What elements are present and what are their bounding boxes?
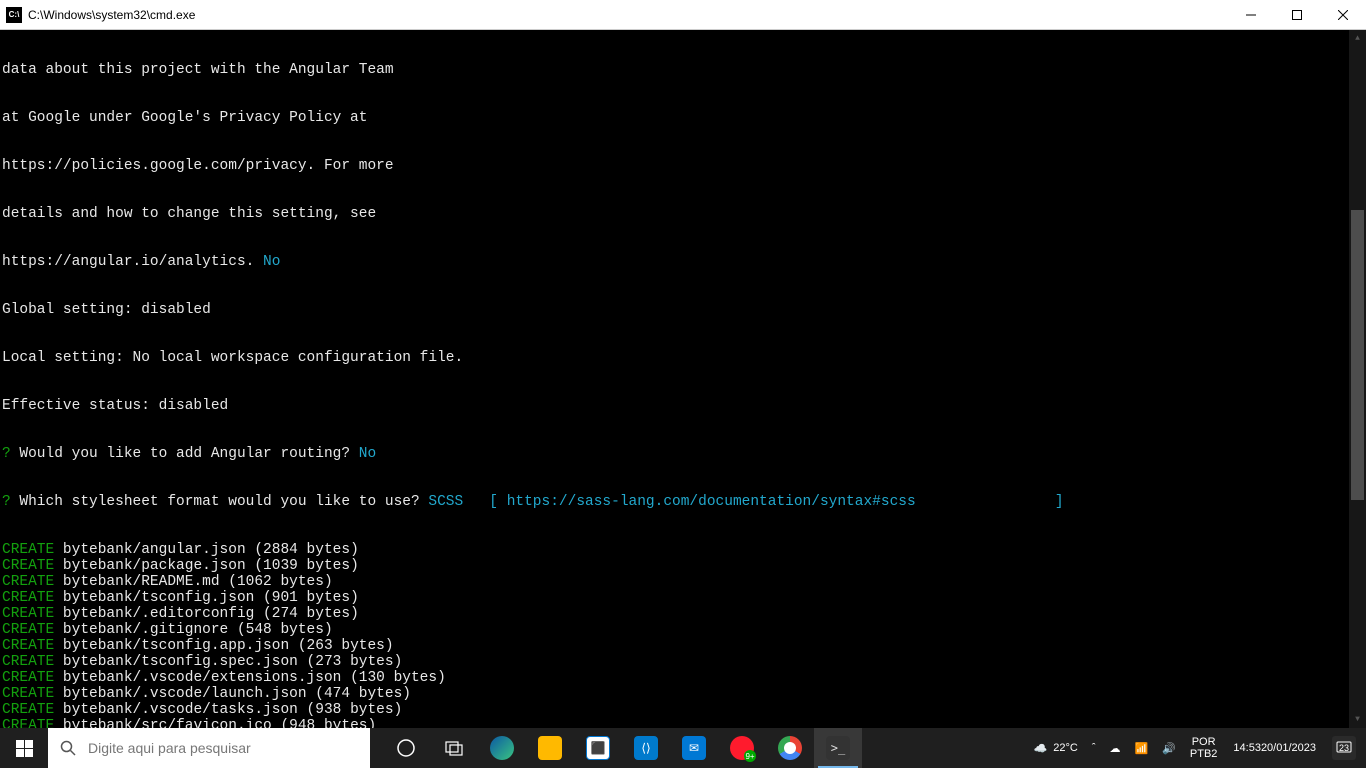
- window-titlebar: C:\ C:\Windows\system32\cmd.exe: [0, 0, 1366, 30]
- speaker-icon: 🔊: [1162, 742, 1176, 755]
- weather-icon: ☁️: [1034, 742, 1048, 755]
- taskbar-search[interactable]: Digite aqui para pesquisar: [48, 728, 370, 768]
- task-view-button[interactable]: [430, 728, 478, 768]
- lang-code-2: PTB2: [1190, 748, 1218, 760]
- output-line: Local setting: No local workspace config…: [2, 350, 1064, 366]
- mail-app[interactable]: ✉: [670, 728, 718, 768]
- create-line: CREATE bytebank/src/favicon.ico (948 byt…: [2, 718, 1064, 728]
- create-line: CREATE bytebank/.vscode/tasks.json (938 …: [2, 702, 1064, 718]
- prompt-routing-question: ? Would you like to add Angular routing?…: [2, 446, 1064, 462]
- create-line: CREATE bytebank/tsconfig.spec.json (273 …: [2, 654, 1064, 670]
- cmd-app[interactable]: >_: [814, 728, 862, 768]
- circle-icon: [394, 736, 418, 760]
- language-indicator[interactable]: POR PTB2: [1184, 728, 1224, 768]
- window-title: C:\Windows\system32\cmd.exe: [28, 8, 195, 22]
- taskbar: Digite aqui para pesquisar ⬛ ⟨⟩ ✉ 9+ >_ …: [0, 728, 1366, 768]
- clock[interactable]: 14:53 20/01/2023: [1225, 728, 1324, 768]
- chrome-app[interactable]: [766, 728, 814, 768]
- scroll-down-button[interactable]: ▼: [1349, 711, 1366, 728]
- edge-icon: [490, 736, 514, 760]
- scrollbar-thumb[interactable]: [1351, 210, 1364, 500]
- tray-overflow[interactable]: ˆ: [1086, 728, 1102, 768]
- create-line: CREATE bytebank/package.json (1039 bytes…: [2, 558, 1064, 574]
- system-tray: ☁️ 22°C ˆ ☁ 📶 🔊 POR PTB2 14:53 20/01/202…: [1028, 728, 1366, 768]
- output-line: https://angular.io/analytics. No: [2, 254, 1064, 270]
- folder-icon: [538, 736, 562, 760]
- create-line: CREATE bytebank/.gitignore (548 bytes): [2, 622, 1064, 638]
- terminal-output: data about this project with the Angular…: [2, 30, 1064, 728]
- notification-icon: 23: [1332, 736, 1356, 760]
- taskbar-apps: ⬛ ⟨⟩ ✉ 9+ >_: [382, 728, 862, 768]
- cmd-icon: C:\: [6, 7, 22, 23]
- create-line: CREATE bytebank/.editorconfig (274 bytes…: [2, 606, 1064, 622]
- scroll-up-button[interactable]: ▲: [1349, 30, 1366, 47]
- date-text: 20/01/2023: [1261, 741, 1316, 755]
- create-line: CREATE bytebank/tsconfig.app.json (263 b…: [2, 638, 1064, 654]
- cloud-icon: ☁: [1109, 742, 1120, 755]
- time-text: 14:53: [1233, 741, 1261, 755]
- opera-icon: 9+: [730, 736, 754, 760]
- cortana-button[interactable]: [382, 728, 430, 768]
- network-tray[interactable]: 📶: [1128, 728, 1154, 768]
- terminal-icon: >_: [826, 736, 850, 760]
- explorer-app[interactable]: [526, 728, 574, 768]
- wifi-icon: 📶: [1134, 742, 1148, 755]
- close-button[interactable]: [1320, 0, 1366, 30]
- task-view-icon: [442, 736, 466, 760]
- chevron-up-icon: ˆ: [1092, 742, 1096, 754]
- vscode-app[interactable]: ⟨⟩: [622, 728, 670, 768]
- create-line: CREATE bytebank/.vscode/extensions.json …: [2, 670, 1064, 686]
- store-icon: ⬛: [586, 736, 610, 760]
- output-line: details and how to change this setting, …: [2, 206, 1064, 222]
- search-icon: [60, 740, 76, 756]
- maximize-button[interactable]: [1274, 0, 1320, 30]
- create-line: CREATE bytebank/tsconfig.json (901 bytes…: [2, 590, 1064, 606]
- output-line: Effective status: disabled: [2, 398, 1064, 414]
- mail-icon: ✉: [682, 736, 706, 760]
- prompt-stylesheet-question: ? Which stylesheet format would you like…: [2, 494, 1064, 510]
- search-placeholder: Digite aqui para pesquisar: [88, 740, 251, 756]
- onedrive-tray[interactable]: ☁: [1103, 728, 1126, 768]
- chrome-icon: [778, 736, 802, 760]
- vscode-icon: ⟨⟩: [634, 736, 658, 760]
- notification-count: 23: [1339, 743, 1349, 753]
- output-line: data about this project with the Angular…: [2, 62, 1064, 78]
- window-controls: [1228, 0, 1366, 30]
- create-line: CREATE bytebank/README.md (1062 bytes): [2, 574, 1064, 590]
- weather-temp: 22°C: [1053, 742, 1078, 754]
- store-app[interactable]: ⬛: [574, 728, 622, 768]
- notifications-button[interactable]: 23: [1326, 728, 1362, 768]
- minimize-button[interactable]: [1228, 0, 1274, 30]
- windows-logo-icon: [16, 740, 33, 757]
- create-line: CREATE bytebank/angular.json (2884 bytes…: [2, 542, 1064, 558]
- scrollbar[interactable]: ▲ ▼: [1349, 30, 1366, 728]
- edge-app[interactable]: [478, 728, 526, 768]
- volume-tray[interactable]: 🔊: [1156, 728, 1182, 768]
- lang-code-1: POR: [1192, 736, 1216, 748]
- titlebar-left: C:\ C:\Windows\system32\cmd.exe: [0, 7, 195, 23]
- weather-widget[interactable]: ☁️ 22°C: [1028, 728, 1084, 768]
- terminal-area[interactable]: data about this project with the Angular…: [0, 30, 1366, 728]
- create-line: CREATE bytebank/.vscode/launch.json (474…: [2, 686, 1064, 702]
- output-line: Global setting: disabled: [2, 302, 1064, 318]
- output-line: https://policies.google.com/privacy. For…: [2, 158, 1064, 174]
- start-button[interactable]: [0, 728, 48, 768]
- opera-app[interactable]: 9+: [718, 728, 766, 768]
- output-line: at Google under Google's Privacy Policy …: [2, 110, 1064, 126]
